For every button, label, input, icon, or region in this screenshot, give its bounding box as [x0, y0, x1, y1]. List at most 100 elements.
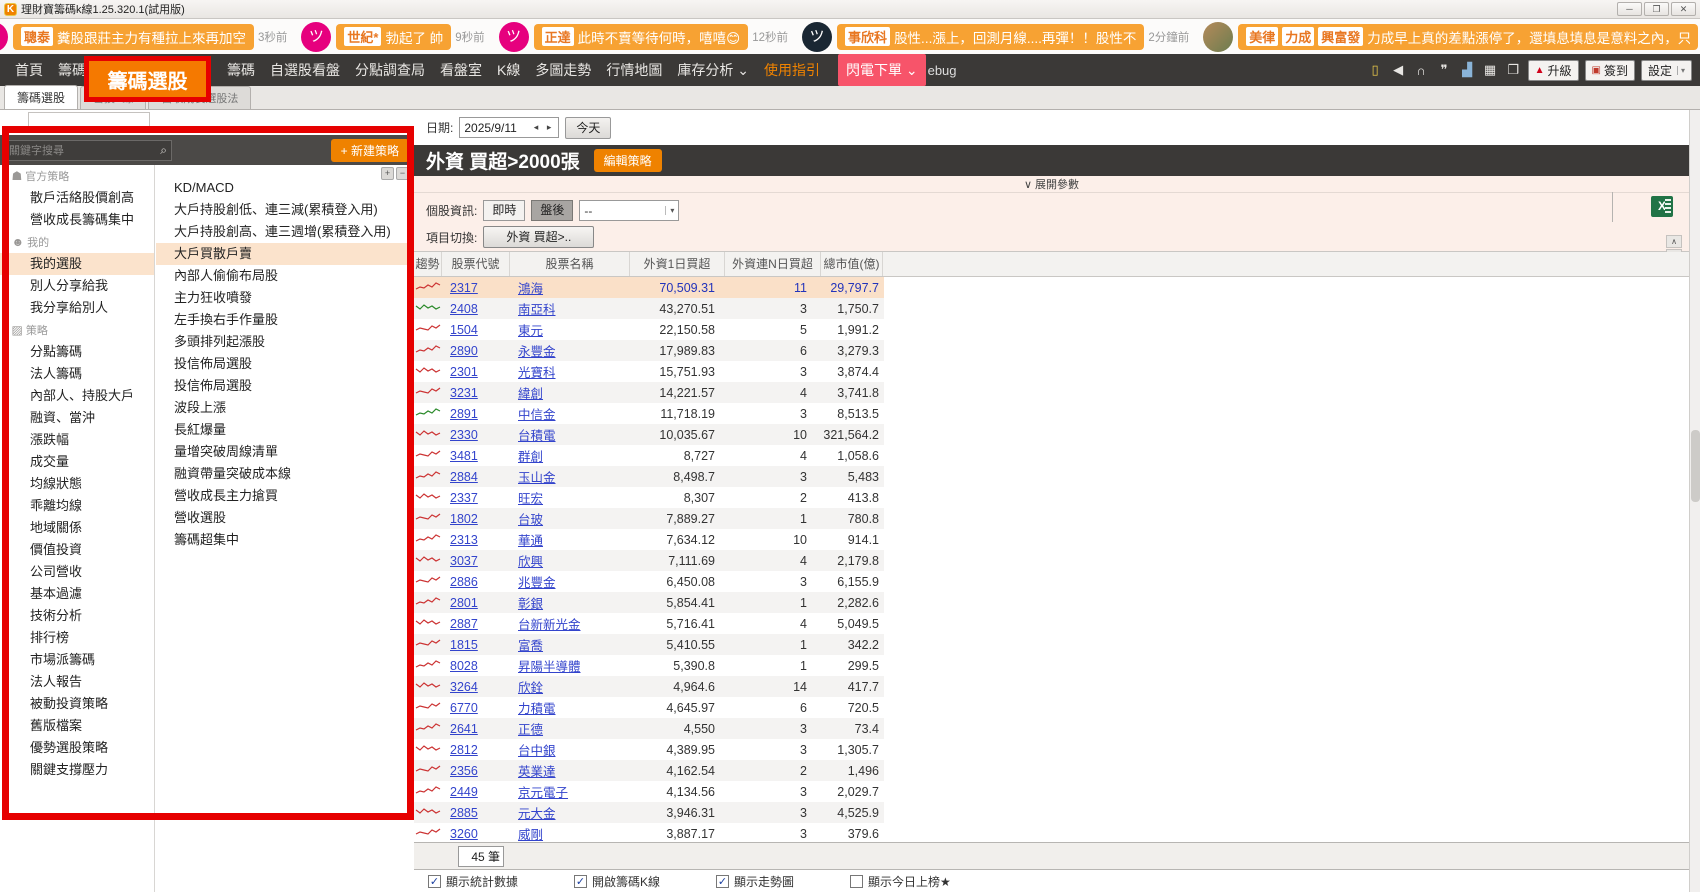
table-row[interactable]: 6770 力積電 4,645.97 6 720.5: [414, 697, 884, 718]
expand-params-toggle[interactable]: ∨ 展開參數: [414, 176, 1689, 193]
stock-code-link[interactable]: 2887: [442, 617, 510, 631]
table-row[interactable]: 2317 鴻海 70,509.31 11 29,797.7: [414, 277, 884, 298]
ticker-message[interactable]: ツ 正達此時不賣等待何時，嘻嘻😊 12秒前: [499, 22, 788, 52]
table-row[interactable]: 2301 光寶科 15,751.93 3 3,874.4: [414, 361, 884, 382]
table-row[interactable]: 2884 玉山金 8,498.7 3 5,483: [414, 466, 884, 487]
close-button[interactable]: ✕: [1671, 2, 1696, 16]
display-option[interactable]: ✓ 顯示統計數據: [428, 873, 518, 890]
chat-icon[interactable]: ❞: [1436, 62, 1453, 78]
settings-button[interactable]: 設定▾: [1641, 60, 1692, 81]
column-header-總市值(億)[interactable]: 總市值(億): [821, 252, 883, 276]
stock-code-link[interactable]: 3037: [442, 554, 510, 568]
stock-name-link[interactable]: 昇陽半導體: [510, 656, 630, 675]
today-button[interactable]: 今天: [565, 117, 611, 139]
keyword-search-input[interactable]: 關鍵字搜尋 ⌕: [4, 140, 172, 161]
stock-code-link[interactable]: 2890: [442, 344, 510, 358]
strategy-list-item[interactable]: 多頭排列起漲股: [156, 331, 413, 353]
stock-name-link[interactable]: 台中銀: [510, 740, 630, 759]
stock-code-link[interactable]: 2641: [442, 722, 510, 736]
table-row[interactable]: 2812 台中銀 4,389.95 3 1,305.7: [414, 739, 884, 760]
strategy-list-item[interactable]: 投信佈局選股: [156, 375, 413, 397]
tree-section-header[interactable]: ▾ ☻ 我的: [0, 231, 154, 253]
sidebar-item[interactable]: 我的選股: [0, 253, 154, 275]
stock-name-link[interactable]: 元大金: [510, 803, 630, 822]
stock-name-link[interactable]: 欣興: [510, 551, 630, 570]
sidebar-item[interactable]: 舊版檔案: [0, 715, 154, 737]
stock-code-link[interactable]: 3264: [442, 680, 510, 694]
restore-button[interactable]: ❐: [1644, 2, 1669, 16]
sidebar-item[interactable]: 法人籌碼: [0, 363, 154, 385]
ticker-message[interactable]: ツ 世紀*勃起了 帥 9秒前: [301, 22, 484, 52]
stock-code-link[interactable]: 1504: [442, 323, 510, 337]
window-icon[interactable]: ❐: [1505, 62, 1522, 78]
stock-code-link[interactable]: 2884: [442, 470, 510, 484]
stock-code-link[interactable]: 2356: [442, 764, 510, 778]
sidebar-item[interactable]: 被動投資策略: [0, 693, 154, 715]
column-header-股票代號[interactable]: 股票代號: [442, 252, 510, 276]
stock-name-link[interactable]: 兆豐金: [510, 572, 630, 591]
phone-icon[interactable]: ▯: [1367, 62, 1384, 78]
stock-name-link[interactable]: 彰銀: [510, 593, 630, 612]
sidebar-item[interactable]: 關鍵支撐壓力: [0, 759, 154, 781]
checkbox[interactable]: ✓: [428, 875, 441, 888]
scroll-up-button[interactable]: ∧: [1666, 235, 1682, 248]
tree-section-header[interactable]: ▾ ▨ 策略: [0, 319, 154, 341]
display-option[interactable]: ✓ 開啟籌碼K線: [574, 873, 660, 890]
window-scrollbar[interactable]: [1689, 110, 1700, 892]
table-row[interactable]: 1802 台玻 7,889.27 1 780.8: [414, 508, 884, 529]
table-row[interactable]: 3260 威剛 3,887.17 3 379.6: [414, 823, 884, 842]
stock-name-link[interactable]: 正德: [510, 719, 630, 738]
realtime-toggle[interactable]: 即時: [483, 200, 525, 221]
checkbox[interactable]: ✓: [716, 875, 729, 888]
minimize-button[interactable]: ─: [1617, 2, 1642, 16]
stock-name-link[interactable]: 南亞科: [510, 299, 630, 318]
stock-code-link[interactable]: 1802: [442, 512, 510, 526]
tree-section-header[interactable]: ▾ ☗ 官方策略: [0, 165, 154, 187]
table-row[interactable]: 3037 欣興 7,111.69 4 2,179.8: [414, 550, 884, 571]
item-switch-button[interactable]: 外資 買超>..: [483, 226, 594, 248]
stock-name-link[interactable]: 英業達: [510, 761, 630, 780]
stock-code-link[interactable]: 2330: [442, 428, 510, 442]
stock-code-link[interactable]: 2313: [442, 533, 510, 547]
strategy-list-item[interactable]: 籌碼超集中: [156, 529, 413, 551]
table-row[interactable]: 2890 永豐金 17,989.83 6 3,279.3: [414, 340, 884, 361]
strategy-list-item[interactable]: 波段上漲: [156, 397, 413, 419]
stock-name-link[interactable]: 富喬: [510, 635, 630, 654]
stock-code-link[interactable]: 2337: [442, 491, 510, 505]
stock-code-link[interactable]: 2885: [442, 806, 510, 820]
strategy-list-item[interactable]: 主力狂收噴發: [156, 287, 413, 309]
table-row[interactable]: 2330 台積電 10,035.67 10 321,564.2: [414, 424, 884, 445]
stock-code-link[interactable]: 2449: [442, 785, 510, 799]
sidebar-item[interactable]: 技術分析: [0, 605, 154, 627]
stock-code-link[interactable]: 2801: [442, 596, 510, 610]
sidebar-item[interactable]: 我分享給別人: [0, 297, 154, 319]
sidebar-item[interactable]: 漲跌幅: [0, 429, 154, 451]
stock-name-link[interactable]: 緯創: [510, 383, 630, 402]
nav-item-庫存分析 ⌄[interactable]: 庫存分析 ⌄: [677, 60, 749, 80]
sidebar-item[interactable]: 法人報告: [0, 671, 154, 693]
column-header-股票名稱[interactable]: 股票名稱: [510, 252, 630, 276]
table-row[interactable]: 1815 富喬 5,410.55 1 342.2: [414, 634, 884, 655]
stock-name-link[interactable]: 永豐金: [510, 341, 630, 360]
strategy-list-item[interactable]: 融資帶量突破成本線: [156, 463, 413, 485]
sidebar-item[interactable]: 別人分享給我: [0, 275, 154, 297]
table-row[interactable]: 2891 中信金 11,718.19 3 8,513.5: [414, 403, 884, 424]
font-decrease-button[interactable]: −: [396, 167, 409, 180]
stock-code-link[interactable]: 2301: [442, 365, 510, 379]
checkin-button[interactable]: ▣簽到: [1585, 60, 1635, 81]
sidebar-item[interactable]: 公司營收: [0, 561, 154, 583]
table-row[interactable]: 8028 昇陽半導體 5,390.8 1 299.5: [414, 655, 884, 676]
stock-name-link[interactable]: 台玻: [510, 509, 630, 528]
strategy-list-item[interactable]: 投信佈局選股: [156, 353, 413, 375]
stock-name-link[interactable]: 欣銓: [510, 677, 630, 696]
tab-籌碼選股[interactable]: 籌碼選股: [4, 85, 78, 109]
column-header-外資1日買超[interactable]: 外資1日買超: [630, 252, 725, 276]
checkbox[interactable]: ✓: [574, 875, 587, 888]
stock-info-dropdown[interactable]: -- ▾: [579, 200, 679, 221]
table-row[interactable]: 2313 華通 7,634.12 10 914.1: [414, 529, 884, 550]
sidebar-item[interactable]: 融資、當沖: [0, 407, 154, 429]
ticker-message[interactable]: 美律力成興富發力成早上真的差點漲停了，還填息填息是意料之內，只是沒: [1203, 22, 1700, 52]
stock-code-link[interactable]: 2812: [442, 743, 510, 757]
nav-item-行情地圖[interactable]: 行情地圖: [606, 60, 662, 80]
strategy-list-item[interactable]: 大戶持股創低、連三減(累積登入用): [156, 199, 413, 221]
